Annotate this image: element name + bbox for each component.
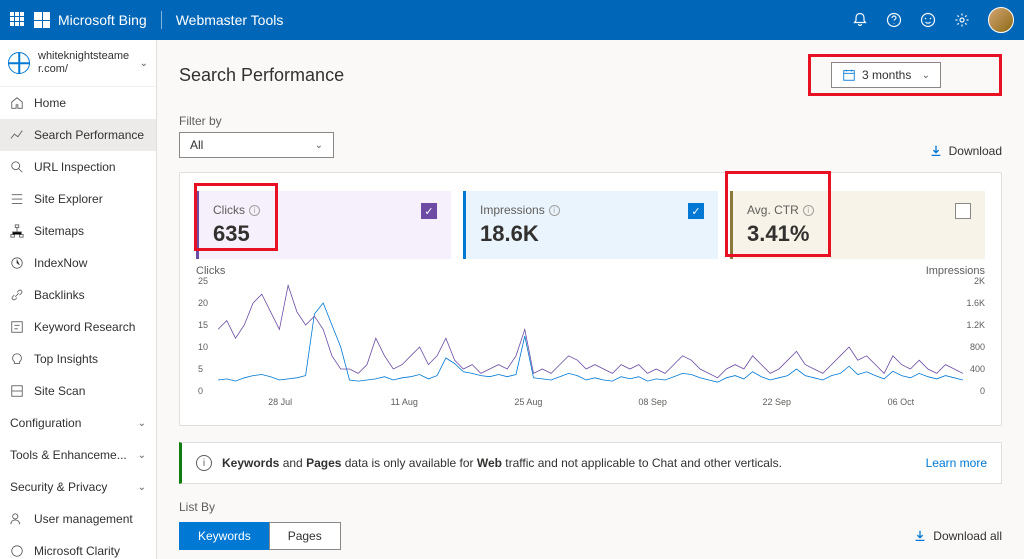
- settings-icon[interactable]: [954, 12, 970, 28]
- nav-site-scan[interactable]: Site Scan: [0, 375, 156, 407]
- filter-selector[interactable]: All⌄: [179, 132, 334, 158]
- feedback-icon[interactable]: [920, 12, 936, 28]
- home-icon: [10, 96, 24, 110]
- metric-clicks[interactable]: Clicksi 635 ✓: [196, 191, 451, 259]
- nav-keyword-research[interactable]: Keyword Research: [0, 311, 156, 343]
- info-icon[interactable]: i: [549, 205, 560, 216]
- impressions-checkbox[interactable]: ✓: [688, 203, 704, 219]
- nav-search-performance[interactable]: Search Performance: [0, 119, 156, 151]
- nav-section-tools[interactable]: Tools & Enhanceme...⌄: [0, 439, 156, 471]
- ctr-checkbox[interactable]: [955, 203, 971, 219]
- metric-impressions[interactable]: Impressionsi 18.6K ✓: [463, 191, 718, 259]
- chart-icon: [10, 128, 24, 142]
- performance-chart: Clicks Impressions 051015202504008001.2K…: [196, 279, 985, 409]
- chevron-down-icon: ⌄: [138, 418, 146, 429]
- metric-ctr[interactable]: Avg. CTRi 3.41%: [730, 191, 985, 259]
- microsoft-logo-icon: [34, 12, 50, 28]
- metric-clicks-value: 635: [213, 221, 260, 247]
- nav-backlinks[interactable]: Backlinks: [0, 279, 156, 311]
- calendar-icon: [842, 68, 856, 82]
- chevron-down-icon: ⌄: [140, 58, 148, 69]
- info-icon[interactable]: i: [249, 205, 260, 216]
- tab-keywords[interactable]: Keywords: [179, 522, 269, 550]
- notifications-icon[interactable]: [852, 12, 868, 28]
- nav-home[interactable]: Home: [0, 87, 156, 119]
- list-by-label: List By: [179, 500, 1002, 514]
- nav-top-insights[interactable]: Top Insights: [0, 343, 156, 375]
- search-icon: [10, 160, 24, 174]
- learn-more-link[interactable]: Learn more: [926, 456, 987, 470]
- insights-icon: [10, 352, 24, 366]
- nav-url-inspection[interactable]: URL Inspection: [0, 151, 156, 183]
- sitemap-icon: [10, 224, 24, 238]
- chevron-down-icon: ⌄: [138, 450, 146, 461]
- globe-icon: [8, 52, 30, 74]
- app-launcher-icon[interactable]: [10, 12, 26, 28]
- user-avatar[interactable]: [988, 7, 1014, 33]
- list-icon: [10, 192, 24, 206]
- index-icon: [10, 256, 24, 270]
- nav-section-security[interactable]: Security & Privacy⌄: [0, 471, 156, 503]
- filter-label: Filter by: [179, 114, 334, 128]
- nav-sitemaps[interactable]: Sitemaps: [0, 215, 156, 247]
- help-icon[interactable]: [886, 12, 902, 28]
- info-icon[interactable]: i: [803, 205, 814, 216]
- metric-impressions-value: 18.6K: [480, 221, 560, 247]
- site-selector[interactable]: whiteknightsteamer.com/ ⌄: [0, 40, 156, 87]
- date-range-selector[interactable]: 3 months ⌄: [831, 62, 941, 88]
- link-icon: [10, 288, 24, 302]
- page-title: Search Performance: [179, 65, 344, 86]
- nav-user-management[interactable]: User management: [0, 503, 156, 535]
- chevron-down-icon: ⌄: [922, 70, 930, 81]
- scan-icon: [10, 384, 24, 398]
- chevron-down-icon: ⌄: [138, 482, 146, 493]
- nav-indexnow[interactable]: IndexNow: [0, 247, 156, 279]
- nav-site-explorer[interactable]: Site Explorer: [0, 183, 156, 215]
- keyword-icon: [10, 320, 24, 334]
- clarity-icon: [10, 544, 24, 558]
- brand-name: Microsoft Bing: [58, 12, 147, 28]
- info-banner: i Keywords and Pages data is only availa…: [179, 442, 1002, 484]
- download-button[interactable]: Download: [929, 144, 1002, 158]
- download-icon: [913, 529, 927, 543]
- tab-pages[interactable]: Pages: [269, 522, 341, 550]
- info-icon: i: [196, 455, 212, 471]
- site-domain: whiteknightsteamer.com/: [38, 50, 132, 76]
- download-all-button[interactable]: Download all: [913, 529, 1002, 543]
- nav-clarity[interactable]: Microsoft Clarity: [0, 535, 156, 559]
- tool-name: Webmaster Tools: [176, 12, 284, 28]
- download-icon: [929, 144, 943, 158]
- nav-section-configuration[interactable]: Configuration⌄: [0, 407, 156, 439]
- metric-ctr-value: 3.41%: [747, 221, 814, 247]
- clicks-checkbox[interactable]: ✓: [421, 203, 437, 219]
- chevron-down-icon: ⌄: [315, 140, 323, 151]
- user-icon: [10, 512, 24, 526]
